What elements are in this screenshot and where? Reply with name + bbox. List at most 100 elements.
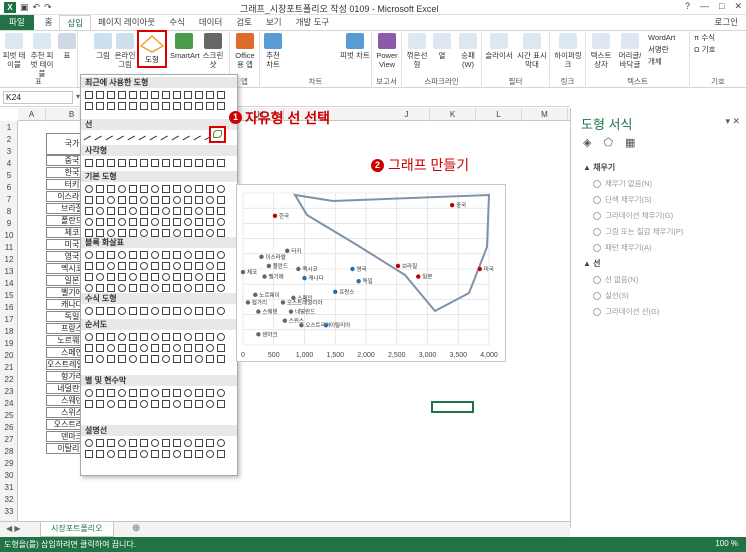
shape-option[interactable] [162, 229, 170, 237]
shape-option[interactable] [85, 344, 93, 352]
shape-option[interactable] [85, 284, 93, 292]
shape-option[interactable] [129, 355, 137, 363]
shape-option[interactable] [162, 185, 170, 193]
data-point[interactable] [302, 275, 307, 281]
shape-option[interactable] [173, 185, 181, 193]
shape-option[interactable] [162, 251, 170, 259]
shape-option[interactable] [162, 450, 170, 458]
shape-option[interactable] [151, 389, 159, 397]
shape-option[interactable] [195, 307, 203, 315]
shape-option[interactable] [85, 159, 93, 167]
shape-option[interactable] [129, 400, 137, 408]
shape-option[interactable] [217, 450, 225, 458]
shape-option[interactable] [173, 251, 181, 259]
fill-line-icon[interactable]: ◈ [583, 136, 591, 149]
shape-option[interactable] [118, 91, 126, 99]
data-point[interactable] [323, 323, 329, 328]
shape-option[interactable] [173, 196, 181, 204]
shape-option[interactable] [217, 159, 225, 167]
shape-option[interactable] [184, 284, 192, 292]
shape-option[interactable] [96, 218, 104, 226]
shape-option[interactable] [206, 229, 214, 237]
fill-section-header[interactable]: ▲ 채우기 [583, 162, 615, 173]
shape-option[interactable] [140, 196, 148, 204]
shape-option[interactable] [206, 273, 214, 281]
shape-option[interactable] [184, 102, 192, 110]
effects-icon[interactable]: ⬠ [603, 136, 613, 149]
shape-option[interactable] [85, 307, 93, 315]
object-button[interactable]: 개체 [648, 57, 688, 66]
shape-option[interactable] [195, 344, 203, 352]
line-option[interactable]: 실선(S) [593, 290, 629, 301]
wordart-button[interactable]: WordArt [648, 33, 688, 42]
shape-option[interactable] [140, 251, 148, 259]
shape-option[interactable] [195, 262, 203, 270]
shape-option[interactable] [162, 400, 170, 408]
shape-option[interactable] [184, 450, 192, 458]
shape-option[interactable] [118, 185, 126, 193]
shape-option[interactable] [118, 273, 126, 281]
shape-option[interactable] [85, 389, 93, 397]
shape-option[interactable] [217, 273, 225, 281]
shape-option[interactable] [107, 251, 115, 259]
row-header[interactable]: 15 [0, 291, 18, 300]
shape-option[interactable] [129, 207, 137, 215]
row-header[interactable]: 13 [0, 267, 18, 276]
row-header[interactable]: 5 [0, 171, 18, 180]
shape-option[interactable] [151, 344, 159, 352]
shape-option[interactable] [217, 344, 225, 352]
shape-option[interactable] [140, 91, 148, 99]
shape-option[interactable] [151, 196, 159, 204]
shape-option[interactable] [140, 273, 148, 281]
shape-option[interactable] [85, 91, 93, 99]
shape-option[interactable] [140, 307, 148, 315]
shape-option[interactable] [107, 439, 115, 447]
shape-option[interactable] [96, 273, 104, 281]
shape-option[interactable] [151, 400, 159, 408]
smartart-button[interactable]: SmartArt [170, 33, 200, 60]
shape-option[interactable] [184, 91, 192, 99]
line-section-header[interactable]: ▲ 선 [583, 258, 601, 269]
shape-option[interactable] [140, 355, 148, 363]
shape-option[interactable] [217, 284, 225, 292]
shape-option[interactable] [195, 185, 203, 193]
data-point[interactable] [350, 266, 355, 272]
hyperlink-button[interactable]: 하이퍼링크 [552, 33, 584, 69]
shape-option[interactable] [162, 91, 170, 99]
add-sheet-icon[interactable]: ⊕ [132, 523, 140, 534]
shape-option[interactable] [96, 207, 104, 215]
shape-option[interactable] [118, 196, 126, 204]
shape-option[interactable] [217, 91, 225, 99]
shape-option[interactable] [129, 284, 137, 292]
pivot-chart-button[interactable]: 피벗 차트 [340, 33, 370, 60]
row-header[interactable]: 21 [0, 363, 18, 372]
shape-option[interactable] [96, 196, 104, 204]
shape-option[interactable] [195, 333, 203, 341]
shape-option[interactable] [107, 307, 115, 315]
winloss-sparkline-button[interactable]: 승패(W) [456, 33, 480, 69]
shape-option[interactable] [85, 450, 93, 458]
row-header[interactable]: 19 [0, 339, 18, 348]
shape-option[interactable] [118, 262, 126, 270]
tab-view[interactable]: 보기 [259, 15, 289, 30]
shape-option[interactable] [129, 229, 137, 237]
shape-option[interactable] [151, 273, 159, 281]
shape-option[interactable] [118, 102, 126, 110]
shape-option[interactable] [107, 229, 115, 237]
shape-option[interactable] [140, 229, 148, 237]
fill-option[interactable]: 채우기 없음(N) [593, 178, 652, 189]
shape-option[interactable] [129, 159, 137, 167]
text-box-button[interactable]: 텍스트 상자 [588, 33, 614, 69]
shape-option[interactable] [195, 400, 203, 408]
shape-option[interactable] [96, 251, 104, 259]
shape-option[interactable] [206, 262, 214, 270]
shape-option[interactable] [217, 218, 225, 226]
pane-close-icon[interactable]: ▾ ✕ [725, 116, 740, 127]
shape-option[interactable] [162, 333, 170, 341]
shape-option[interactable] [140, 450, 148, 458]
shape-option[interactable] [151, 355, 159, 363]
data-point[interactable] [245, 300, 251, 305]
shape-option[interactable] [206, 389, 214, 397]
table-button[interactable]: 표 [58, 33, 76, 60]
row-header[interactable]: 18 [0, 327, 18, 336]
